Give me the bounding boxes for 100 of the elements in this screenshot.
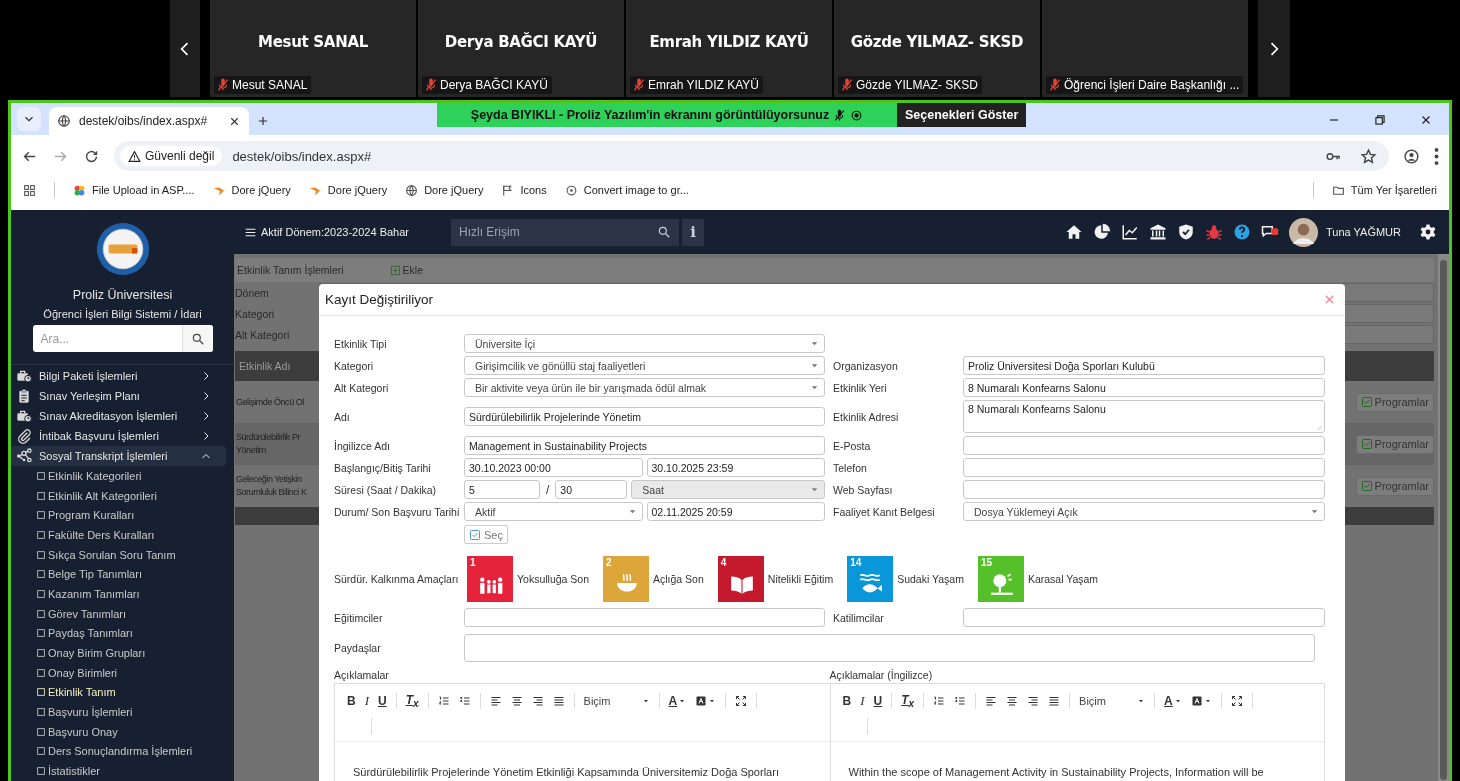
input-field[interactable] [963, 608, 1325, 627]
square-icon [36, 510, 46, 521]
browser-tab[interactable]: destek/oibs/index.aspx# [49, 107, 249, 135]
bookmark[interactable]: File Upload in ASP.... [73, 183, 195, 197]
quick-access-field[interactable]: Hızlı Erişim [451, 218, 679, 246]
submenu-item[interactable]: Görev Tanımları [11, 603, 234, 624]
format-dropdown[interactable]: Biçim [583, 695, 650, 707]
address-bar[interactable]: Güvenli değil destek/oibs/index.aspx# [114, 141, 1389, 171]
underline-button[interactable]: U [378, 694, 387, 708]
select-field[interactable]: Aktif [464, 502, 643, 521]
input-field[interactable] [464, 608, 825, 627]
goal-tile[interactable]: 1 [467, 556, 513, 602]
square-icon [36, 726, 46, 737]
submenu-item[interactable]: Etkinlik Kategorileri [11, 466, 234, 486]
next-button[interactable] [1258, 0, 1290, 97]
participant-name: Derya BAĞCI KAYÜ [444, 33, 598, 51]
select-field[interactable]: Bir aktivite veya ürün ile bir yarışmada ödül almak [464, 378, 825, 397]
field-label: Telefon [833, 461, 868, 474]
submenu-item[interactable]: Başvuru İşlemleri [11, 702, 234, 722]
goal-tile[interactable]: 4 [717, 556, 764, 602]
menu-item[interactable]: Sosyal Transkript İşlemleri [11, 446, 226, 466]
caret-icon [1173, 697, 1182, 705]
record-icon [850, 108, 864, 122]
input-field[interactable]: Sürdürülebilirlik Projelerinde Yönetim [464, 407, 825, 426]
underline-button[interactable]: U [873, 694, 883, 708]
shield-check-icon [1177, 223, 1195, 241]
bookmark[interactable]: Dore jQuery [212, 183, 291, 197]
clear-format-button[interactable]: T$_{x}$ [901, 692, 915, 710]
square-icon [36, 549, 46, 560]
submenu-item[interactable]: Başvuru Onay [11, 721, 234, 742]
avatar[interactable] [1289, 217, 1318, 247]
italic-button[interactable]: I [860, 693, 865, 709]
italic-button[interactable]: I [364, 693, 369, 709]
select-field[interactable]: Dosya Yüklemeyi Açık [963, 502, 1325, 521]
text-color-button[interactable]: A [1164, 694, 1173, 708]
submenu-item[interactable]: Program Kuralları [11, 505, 234, 526]
warning-icon [128, 149, 141, 163]
select-field[interactable]: Girişimcilik ve gönüllü staj faaliyetleri [464, 356, 825, 375]
submenu-item[interactable]: Etkinlik Tanım [11, 682, 234, 703]
pie-chart-icon [1093, 223, 1111, 241]
input-field[interactable] [963, 458, 1325, 477]
submenu-item[interactable]: Onay Birim Grupları [11, 643, 234, 663]
rich-text-editor[interactable]: B I U T$_{x}$ Biçim A Sürdürülebilirlik Projelerinde Yönetim Etkinliği Kapsamında Üniversitemiz Doğa Sporları [334, 683, 830, 781]
submenu-item[interactable]: Etkinlik Alt Kategorileri [11, 485, 234, 506]
input-field[interactable]: 30.10.2023 00:00 [464, 458, 643, 477]
bold-button[interactable]: B [347, 694, 356, 708]
input-field[interactable]: Proliz Üniversitesi Doğa Sporları Kulubü [963, 356, 1325, 375]
add-button[interactable]: Ekle [389, 264, 424, 276]
info-button[interactable]: i [682, 218, 704, 246]
input-field[interactable] [963, 436, 1325, 455]
clear-format-button[interactable]: T$_{x}$ [405, 692, 419, 710]
tab-search-button[interactable] [17, 107, 41, 131]
scrollbar-thumb[interactable] [1440, 260, 1447, 780]
submenu-item[interactable]: İstatistikler [11, 761, 234, 781]
menu-item[interactable]: Sınav Akreditasyon İşlemleri [11, 406, 226, 426]
field-label: Kategori [334, 359, 375, 372]
rich-text-editor[interactable]: B I U T$_{x}$ Biçim A Within the scope of Management Activity in Sustainability Projects, Information will be [829, 683, 1325, 781]
table-cell-text: Gelişimde Öncü Ol [236, 395, 305, 409]
menu-item[interactable]: İntibak Başvuru İşlemleri [11, 426, 226, 446]
submenu-item[interactable]: Fakülte Ders Kuralları [11, 525, 234, 545]
input-field[interactable]: 8 Numaralı Konfearns Salonu [963, 378, 1325, 397]
restore-icon [1373, 113, 1387, 127]
format-dropdown[interactable]: Biçim [1079, 695, 1146, 707]
show-options-button[interactable]: Seçenekleri Göster [897, 103, 1027, 127]
input-field[interactable]: 30 [555, 480, 628, 499]
submenu-item[interactable]: Belge Tip Tanımları [11, 564, 234, 585]
submenu-item[interactable]: Paydaş Tanımları [11, 623, 234, 644]
settings-icon [1419, 223, 1437, 241]
text-area[interactable]: 8 Numaralı Konfearns Salonu [963, 400, 1325, 433]
menu-icon[interactable] [1434, 147, 1439, 165]
submenu-item[interactable]: Kazanım Tanımları [11, 584, 234, 604]
previous-button[interactable] [170, 0, 200, 97]
submenu-item[interactable]: Onay Birimleri [11, 662, 234, 683]
numbered-list-icon [437, 695, 450, 707]
all-bookmarks-button[interactable]: Tüm Yer İşaretleri [1331, 183, 1437, 197]
pinwheel-icon [73, 183, 86, 197]
bookmark[interactable]: Icons [501, 183, 547, 197]
submenu-item[interactable]: Sıkça Sorulan Soru Tanım [11, 544, 234, 565]
bulleted-list-icon [458, 695, 471, 707]
bookmark[interactable]: Dore jQuery [308, 183, 388, 197]
active-term: Aktif Dönem:2023-2024 Bahar [261, 226, 410, 238]
square-icon [36, 648, 46, 659]
bookmark[interactable]: Dore jQuery [405, 183, 484, 197]
input-field[interactable]: 02.11.2025 20:59 [646, 502, 825, 521]
input-field[interactable]: Management in Sustainability Projects [464, 436, 825, 455]
menu-item[interactable]: Sınav Yerleşim Planı [11, 386, 226, 406]
bold-button[interactable]: B [842, 694, 852, 708]
input-field[interactable]: 5 [464, 480, 540, 499]
user-name[interactable]: Tuna YAĞMUR [1326, 226, 1401, 238]
select-field[interactable]: Üniversite İçi [464, 334, 825, 353]
input-field[interactable] [464, 634, 1315, 662]
input-field[interactable] [963, 480, 1325, 499]
menu-item[interactable]: Bilgi Paketi İşlemleri [11, 366, 226, 386]
input-field[interactable]: 30.10.2025 23:59 [646, 458, 825, 477]
select-button[interactable]: Seç [464, 525, 508, 544]
text-color-button[interactable]: A [668, 694, 678, 708]
bookmark[interactable]: Convert image to gr... [564, 183, 689, 197]
submenu-item[interactable]: Ders Sonuçlandırma İşlemleri [11, 741, 234, 762]
security-chip[interactable]: Güvenli değil [120, 146, 223, 166]
square-icon [36, 569, 46, 580]
